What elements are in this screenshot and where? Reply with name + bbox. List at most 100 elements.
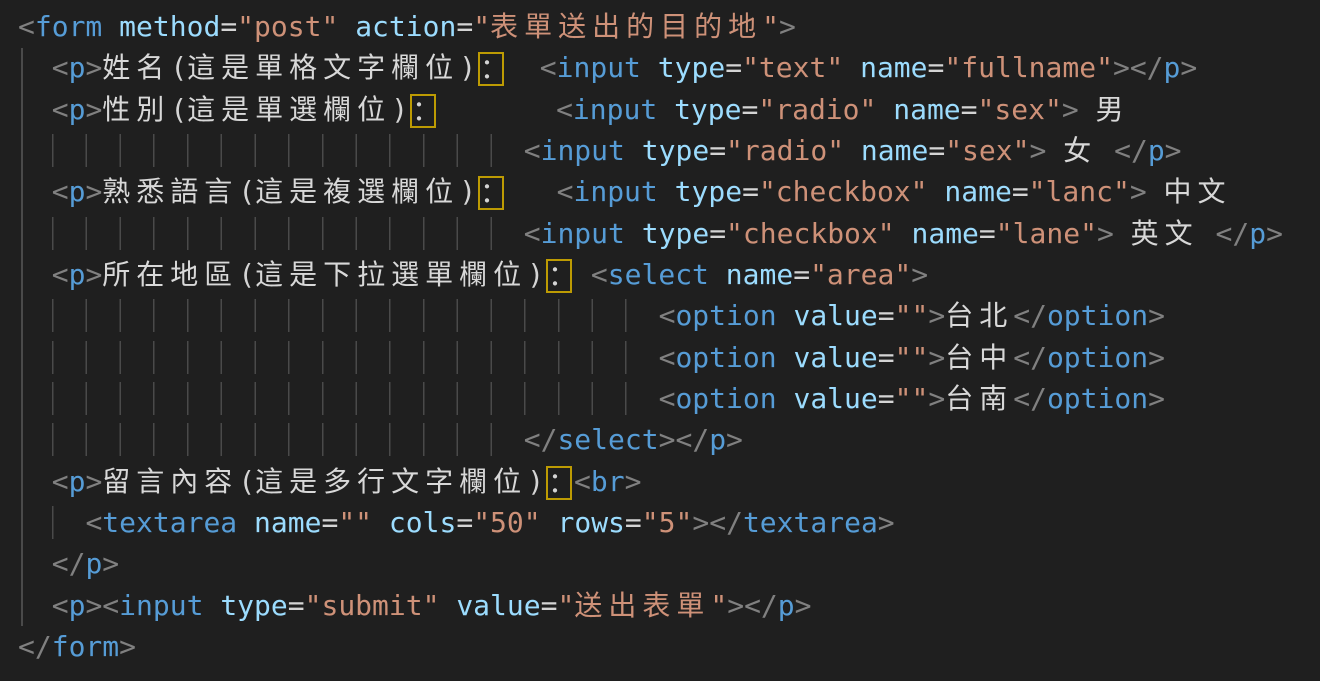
code-token-p: < [524,134,541,167]
code-token-p: > [85,175,102,208]
code-token-cjk: 熟悉語言 [102,175,238,208]
code-token-p: > [878,506,895,539]
code-token-cjk: 女 [1063,134,1097,167]
code-token-p: > [1030,134,1047,167]
code-token-p: < [574,465,591,498]
code-token-tag: option [1047,341,1148,374]
code-token-str: "fullname" [944,51,1113,84]
code-token-p: < [52,175,69,208]
code-line-1[interactable]: <form method="post" action="表單送出的目的地"> [18,6,1320,47]
code-editor[interactable]: <form method="post" action="表單送出的目的地"> <… [0,0,1320,681]
code-line-13[interactable]: <textarea name="" cols="50" rows="5"></t… [18,502,1320,543]
code-token-attr: type [675,175,742,208]
code-token-attr: type [674,93,741,126]
code-token-tag: select [608,258,726,291]
code-line-5[interactable]: <p>熟悉語言(這是複選欄位)： <input type="checkbox" … [18,171,1320,212]
code-token-sp [18,217,52,250]
code-token-p: > [928,382,945,415]
code-token-p: > [85,465,102,498]
code-token-str: "checkbox" [759,175,944,208]
code-token-str: "submit" [305,589,457,622]
code-token-txt [1097,134,1114,167]
code-line-8[interactable]: <option value="">台北</option> [18,295,1320,336]
code-token-p: > [85,93,102,126]
code-token-p: < [524,217,541,250]
code-token-str: "radio" [726,134,861,167]
code-token-sp [18,341,52,374]
code-token-p: ></ [659,423,710,456]
code-line-2[interactable]: <p>姓名(這是單格文字欄位)： <input type="text" name… [18,47,1320,88]
code-token-sp [18,589,52,622]
code-token-attr: name [861,134,928,167]
code-token-p: > [1148,299,1165,332]
code-token-cjk: 這是單選欄位 [187,93,391,126]
code-token-p: > [1180,51,1197,84]
code-token-str: "" [338,506,389,539]
code-token-cjk: 中文 [1164,175,1232,208]
code-token-tag: input [557,51,658,84]
code-token-txt: ( [238,465,255,498]
code-token-tag: input [541,134,642,167]
code-token-tag: p [69,258,86,291]
code-token-cjk: 台北 [945,299,1013,332]
code-token-sp [18,134,52,167]
code-token-p: > [795,589,812,622]
code-line-9[interactable]: <option value="">台中</option> [18,337,1320,378]
code-token-p: </ [1216,217,1250,250]
code-token-p: </ [1114,134,1148,167]
code-token-p: ></ [692,506,743,539]
code-token-eq: = [979,217,996,250]
code-token-p: < [52,258,69,291]
code-token-p: </ [1013,299,1047,332]
code-token-cjk: 台中 [945,341,1013,374]
code-line-3[interactable]: <p>性別(這是單選欄位)： <input type="radio" name=… [18,89,1320,130]
code-token-eq: = [742,93,759,126]
code-line-12[interactable]: <p>留言內容(這是多行文字欄位)：<br> [18,461,1320,502]
code-token-sp [506,51,540,84]
code-token-txt: ( [170,51,187,84]
code-token-p: < [52,51,69,84]
code-line-14[interactable]: </p> [18,543,1320,584]
code-token-cjk: 這是下拉選單欄位 [255,258,527,291]
code-token-eq: = [878,341,895,374]
code-token-txt [1114,217,1131,250]
code-token-eq: = [878,299,895,332]
code-token-txt [1199,217,1216,250]
code-token-p: > [928,341,945,374]
code-token-txt: ) [527,258,544,291]
code-token-tag: br [591,465,625,498]
code-token-p: > [726,423,743,456]
code-token-txt: ) [391,93,408,126]
code-token-sp [18,299,52,332]
code-token-p: </ [524,423,558,456]
code-line-6[interactable]: <input type="checkbox" name="lane"> 英文 <… [18,213,1320,254]
code-line-16[interactable]: </form> [18,626,1320,667]
code-token-tag: p [1164,51,1181,84]
code-token-attr: type [658,51,725,84]
code-token-tag: p [69,465,86,498]
code-line-11[interactable]: </select></p> [18,419,1320,460]
code-token-p: ></ [727,589,778,622]
code-token-p: < [85,506,102,539]
code-token-tag: p [69,51,86,84]
code-line-10[interactable]: <option value="">台南</option> [18,378,1320,419]
code-token-tag: form [35,10,119,43]
code-token-str: " [557,589,574,622]
code-token-ws [52,382,659,415]
code-token-attr: name [911,217,978,250]
code-token-p: > [102,547,119,580]
code-token-p: </ [1013,341,1047,374]
code-token-eq: = [456,10,473,43]
code-line-15[interactable]: <p><input type="submit" value="送出表單"></p… [18,585,1320,626]
code-token-txt [1147,175,1164,208]
code-token-str: " [473,10,490,43]
code-token-tag: p [1148,134,1165,167]
code-line-7[interactable]: <p>所在地區(這是下拉選單欄位)： <select name="area"> [18,254,1320,295]
code-token-sp [18,465,52,498]
code-token-sp [18,547,52,580]
code-token-str: "" [895,382,929,415]
code-token-txt: ( [238,175,255,208]
code-line-4[interactable]: <input type="radio" name="sex"> 女 </p> [18,130,1320,171]
code-token-attr: name [860,51,927,84]
code-token-p: > [119,630,136,663]
